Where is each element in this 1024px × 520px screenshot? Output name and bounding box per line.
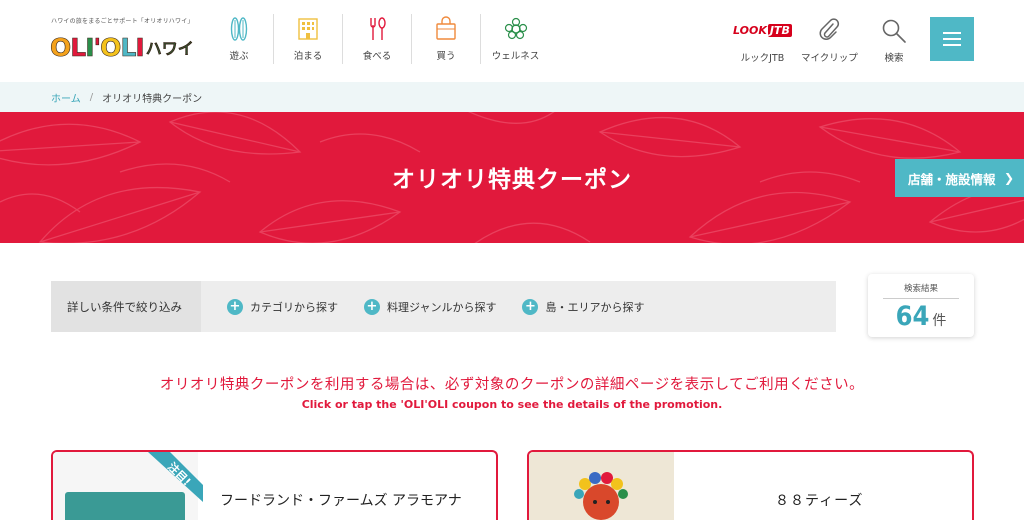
plus-icon: + xyxy=(227,298,243,315)
hibiscus-icon xyxy=(504,17,527,40)
result-count-unit: 件 xyxy=(932,313,947,329)
nav-item-eat[interactable]: 食べる xyxy=(343,14,412,64)
chevron-right-icon: ❯ xyxy=(1003,171,1014,185)
store-info-label: 店舗・施設情報 xyxy=(908,171,996,187)
myclip-link[interactable]: マイクリップ xyxy=(801,18,858,64)
search-label: 検索 xyxy=(884,53,904,64)
logo-wordmark: OLI'OLI xyxy=(50,32,145,62)
notice-japanese: オリオリ特典クーポンを利用する場合は、必ず対象のクーポンの詳細ページを表示してご… xyxy=(159,377,865,393)
hero-banner: オリオリ特典クーポン 店舗・施設情報 ❯ xyxy=(0,112,1024,243)
nav-item-stay[interactable]: 泊まる xyxy=(274,14,343,64)
page-title: オリオリ特典クーポン xyxy=(392,167,632,193)
filter-area-button[interactable]: + 島・エリアから探す xyxy=(522,298,645,315)
coupon-card[interactable]: ８８ティーズ xyxy=(527,450,974,520)
coupon-image xyxy=(529,452,674,520)
fork-spoon-icon xyxy=(370,17,386,40)
breadcrumb-home-link[interactable]: ホーム xyxy=(51,90,81,105)
result-count-number: 64 xyxy=(895,301,930,332)
breadcrumb: ホーム / オリオリ特典クーポン xyxy=(0,82,1024,112)
lookjtb-link[interactable]: LOOK JTB ルックJTB xyxy=(733,18,792,64)
nav-label: 買う xyxy=(436,51,456,62)
result-count: 64 件 xyxy=(868,301,974,332)
site-logo[interactable]: OLI'OLI ハワイ xyxy=(50,30,194,64)
character-illustration xyxy=(574,472,628,520)
result-count-label: 検索結果 xyxy=(883,282,959,299)
search-link[interactable]: 検索 xyxy=(881,18,907,64)
hamburger-menu-button[interactable] xyxy=(930,17,974,61)
filter-label: 詳しい条件で絞り込み xyxy=(51,281,201,332)
breadcrumb-separator: / xyxy=(89,91,94,103)
nav-item-shop[interactable]: 買う xyxy=(412,14,481,64)
breadcrumb-current: オリオリ特典クーポン xyxy=(102,93,203,105)
notice-english: Click or tap the 'OLI'OLI coupon to see … xyxy=(301,398,723,411)
logo-tagline: ハワイの旅をまるごとサポート「オリオリハワイ」 xyxy=(51,18,194,25)
filter-option-label: 料理ジャンルから探す xyxy=(387,300,497,314)
filter-cuisine-button[interactable]: + 料理ジャンルから探す xyxy=(364,298,497,315)
store-info-button[interactable]: 店舗・施設情報 ❯ xyxy=(895,159,1024,197)
surfboard-icon xyxy=(230,17,248,41)
plus-icon: + xyxy=(522,298,539,315)
nav-item-wellness[interactable]: ウェルネス xyxy=(481,14,550,64)
coupon-title: フードランド・ファームズ アラモアナ xyxy=(220,493,462,509)
nav-label: 遊ぶ xyxy=(229,51,249,62)
paperclip-icon xyxy=(819,18,840,40)
coupon-title: ８８ティーズ xyxy=(775,493,864,509)
coupon-card[interactable]: 注目! フードランド・ファームズ アラモアナ xyxy=(51,450,498,520)
logo-kana: ハワイ xyxy=(145,39,194,58)
filter-category-button[interactable]: + カテゴリから探す xyxy=(227,298,338,315)
lookjtb-logo: LOOK JTB xyxy=(733,23,792,37)
hotel-icon xyxy=(298,18,318,40)
lookjtb-label: ルックJTB xyxy=(740,53,785,64)
filter-option-label: 島・エリアから探す xyxy=(545,300,645,314)
plus-icon: + xyxy=(364,298,380,315)
hamburger-line xyxy=(943,32,961,34)
nav-item-play[interactable]: 遊ぶ xyxy=(205,14,274,64)
hamburger-line xyxy=(943,44,961,46)
nav-label: 泊まる xyxy=(293,51,323,62)
hamburger-line xyxy=(943,38,961,40)
myclip-label: マイクリップ xyxy=(801,53,858,64)
filter-option-label: カテゴリから探す xyxy=(250,300,338,314)
nav-label: ウェルネス xyxy=(491,51,540,62)
nav-label: 食べる xyxy=(362,51,392,62)
result-count-box: 検索結果 64 件 xyxy=(868,274,974,337)
main-nav: 遊ぶ 泊まる 食べる 買う ウェルネス xyxy=(205,14,550,64)
shopping-bag-icon xyxy=(436,16,456,40)
site-header: ハワイの旅をまるごとサポート「オリオリハワイ」 OLI'OLI ハワイ 遊ぶ 泊… xyxy=(0,0,1024,82)
search-icon xyxy=(882,19,906,43)
filter-bar: 詳しい条件で絞り込み + カテゴリから探す + 料理ジャンルから探す + 島・エ… xyxy=(51,281,836,332)
